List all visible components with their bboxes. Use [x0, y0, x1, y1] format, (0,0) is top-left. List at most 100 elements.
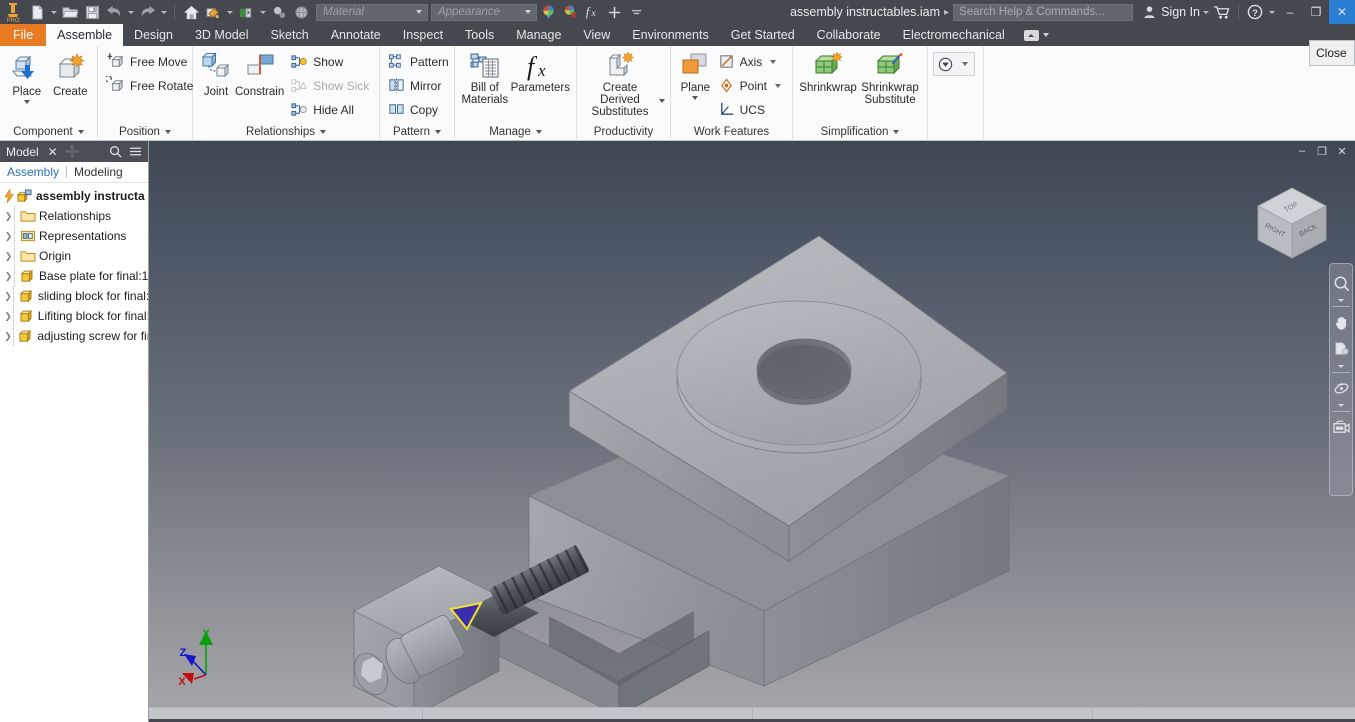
mirror-button[interactable]: Mirror — [385, 74, 455, 97]
new-file-icon[interactable] — [26, 1, 48, 23]
panel-title-manage[interactable]: Manage — [455, 123, 576, 141]
plus-icon[interactable] — [603, 1, 625, 23]
shopping-cart-icon[interactable] — [1211, 1, 1233, 23]
free-move-button[interactable]: Free Move — [103, 50, 199, 73]
tab-assemble[interactable]: Assemble — [46, 24, 124, 46]
browser-tab-modeling[interactable]: Modeling — [74, 165, 123, 179]
shrinkwrap-substitute-button[interactable]: Shrinkwrap Substitute — [858, 49, 922, 108]
expander-icon[interactable]: ❯ — [3, 226, 14, 246]
home-icon[interactable] — [180, 1, 202, 23]
panel-title-relationships[interactable]: Relationships — [193, 123, 379, 141]
panel-title-simplification[interactable]: Simplification — [793, 123, 927, 141]
redo-dropdown[interactable] — [158, 1, 169, 23]
paint-bucket-icon[interactable] — [202, 1, 224, 23]
pattern-button[interactable]: Pattern — [385, 50, 455, 73]
tab-inspect[interactable]: Inspect — [392, 24, 454, 46]
hamburger-menu-icon[interactable] — [125, 141, 145, 162]
ribbon-display-options[interactable] — [1016, 24, 1057, 46]
expander-icon[interactable]: ❯ — [3, 286, 13, 306]
material-dropdown[interactable] — [257, 1, 268, 23]
viewport-restore-button[interactable]: ❐ — [1313, 143, 1331, 159]
bill-of-materials-button[interactable]: Bill of Materials — [460, 49, 510, 108]
globe-icon[interactable] — [290, 1, 312, 23]
expander-icon[interactable]: ❯ — [3, 326, 13, 346]
tree-item-representations[interactable]: ❯ Representations — [0, 226, 148, 246]
select-sphere-icon[interactable] — [268, 1, 290, 23]
plane-caret[interactable] — [692, 96, 699, 100]
create-derived-substitutes-button[interactable]: Create Derived Substitutes — [582, 49, 658, 120]
save-disk-icon[interactable] — [81, 1, 103, 23]
place-component-caret[interactable] — [23, 100, 30, 104]
derived-substitutes-caret[interactable] — [659, 99, 665, 103]
help-dropdown[interactable] — [1266, 1, 1277, 23]
tree-item-relationships[interactable]: ❯ Relationships — [0, 206, 148, 226]
show-sick-button[interactable]: Show Sick — [287, 74, 375, 97]
tab-design[interactable]: Design — [123, 24, 184, 46]
clear-appearance-icon[interactable] — [559, 1, 581, 23]
open-folder-icon[interactable] — [59, 1, 81, 23]
look-at-dropdown-caret[interactable] — [1330, 363, 1352, 370]
search-input[interactable]: Search Help & Commands... — [953, 3, 1134, 21]
color-wheel-icon[interactable] — [537, 1, 559, 23]
minimize-button[interactable]: – — [1277, 0, 1303, 24]
convert-dropdown-button[interactable] — [933, 52, 975, 76]
close-x-icon[interactable]: ✕ — [43, 141, 63, 162]
panel-title-component[interactable]: Component — [0, 123, 97, 141]
expander-icon[interactable]: ❯ — [3, 246, 14, 266]
tree-item-adjusting-screw[interactable]: ❯ adjusting screw for fina — [0, 326, 148, 346]
constrain-button[interactable]: Constrain — [234, 49, 285, 100]
shrinkwrap-button[interactable]: Shrinkwrap — [798, 49, 858, 96]
look-at-icon[interactable] — [1330, 336, 1352, 362]
plus-icon[interactable]: ➕ — [63, 141, 83, 162]
tree-item-origin[interactable]: ❯ Origin — [0, 246, 148, 266]
panel-title-position[interactable]: Position — [98, 123, 192, 141]
tab-annotate[interactable]: Annotate — [320, 24, 392, 46]
3d-viewport[interactable]: – ❐ ✕ TOP RIGHT BACK Y Z X — [149, 141, 1355, 722]
tab-environments[interactable]: Environments — [621, 24, 719, 46]
close-panel-button[interactable]: Close — [1309, 40, 1355, 66]
joint-button[interactable]: Joint — [198, 49, 234, 100]
title-expand-arrow[interactable]: ▸ — [944, 7, 949, 18]
appearance-dropdown[interactable] — [224, 1, 235, 23]
viewport-close-button[interactable]: ✕ — [1333, 143, 1351, 159]
axis-button[interactable]: Axis — [715, 50, 787, 73]
tab-sketch[interactable]: Sketch — [259, 24, 319, 46]
expander-icon[interactable]: ❯ — [3, 266, 14, 286]
hide-all-button[interactable]: Hide All — [287, 98, 375, 121]
material-combo[interactable]: Material — [316, 3, 428, 21]
restore-button[interactable]: ❐ — [1303, 0, 1329, 24]
panel-title-productivity[interactable]: Productivity — [577, 123, 670, 141]
tree-item-sliding-block[interactable]: ❯ sliding block for final:1 — [0, 286, 148, 306]
tab-electromechanical[interactable]: Electromechanical — [892, 24, 1016, 46]
undo-arrow-icon[interactable] — [103, 1, 125, 23]
pan-hand-icon[interactable] — [1330, 309, 1352, 335]
view-cube[interactable]: TOP RIGHT BACK — [1252, 184, 1332, 268]
appearance-combo[interactable]: Appearance — [431, 3, 537, 21]
panel-title-pattern[interactable]: Pattern — [380, 123, 454, 141]
axis-caret[interactable] — [770, 59, 777, 64]
viewport-minimize-button[interactable]: – — [1293, 143, 1311, 159]
tab-tools[interactable]: Tools — [454, 24, 505, 46]
tab-view[interactable]: View — [572, 24, 621, 46]
copy-button[interactable]: Copy — [385, 98, 455, 121]
orbit-icon[interactable] — [1330, 375, 1352, 401]
redo-arrow-icon[interactable] — [136, 1, 158, 23]
parameters-button[interactable]: f x Parameters — [510, 49, 571, 96]
tree-item-lifting-block[interactable]: ❯ Lifiting block for final:1 — [0, 306, 148, 326]
help-question-icon[interactable]: ? — [1244, 1, 1266, 23]
show-relationship-button[interactable]: Show — [287, 50, 375, 73]
material-box-icon[interactable] — [235, 1, 257, 23]
free-rotate-button[interactable]: Free Rotate — [103, 74, 199, 97]
chevron-down-icon[interactable] — [625, 1, 647, 23]
undo-dropdown[interactable] — [125, 1, 136, 23]
expander-icon[interactable]: ❯ — [3, 206, 14, 226]
point-button[interactable]: Point — [715, 74, 787, 97]
orbit-dropdown-caret[interactable] — [1330, 402, 1352, 409]
browser-tab-assembly[interactable]: Assembly — [7, 165, 59, 179]
expander-icon[interactable]: ❯ — [3, 306, 13, 326]
tab-collaborate[interactable]: Collaborate — [806, 24, 892, 46]
plane-button[interactable]: Plane — [676, 49, 715, 102]
place-component-button[interactable]: Place — [5, 49, 49, 106]
point-caret[interactable] — [775, 83, 781, 88]
create-component-button[interactable]: Create — [49, 49, 93, 100]
